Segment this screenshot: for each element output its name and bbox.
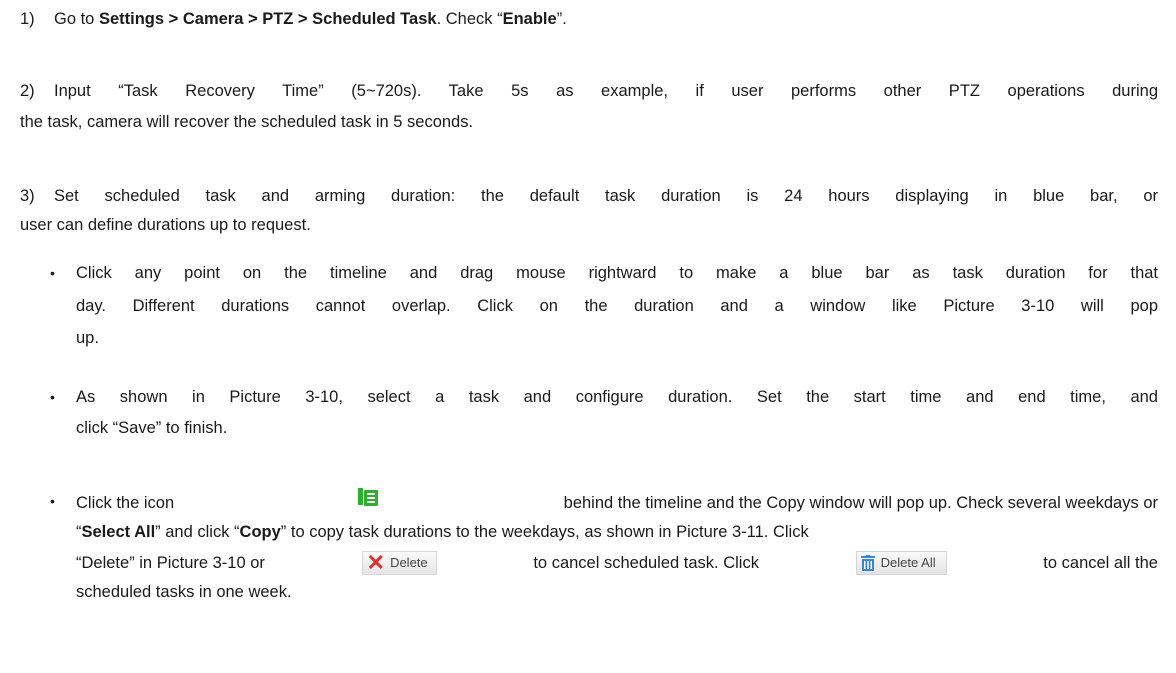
text: Set scheduled task and arming duration: … (54, 187, 1158, 205)
bullet-3-line-3: “Delete” in Picture 3-10 or ✕ Delete to … (76, 549, 1158, 577)
text: . Check “ (436, 10, 503, 28)
bullet-1-line-3: up. (76, 329, 99, 347)
trash-icon (860, 555, 875, 571)
step-number: 2) (20, 82, 35, 100)
bullet-3-line-4: scheduled tasks in one week. (76, 583, 292, 601)
select-all-label: Select All (81, 523, 156, 541)
copy-label: Copy (239, 523, 281, 541)
text: ”. (556, 10, 567, 28)
text: to cancel all the (1043, 554, 1158, 572)
step-2-line-1: 2) Input “Task Recovery Time” (5~720s). T… (20, 79, 1158, 103)
text: to cancel scheduled task. Click (533, 554, 759, 572)
step-number: 1) (20, 10, 35, 28)
delete-button[interactable]: ✕ Delete (361, 550, 437, 575)
close-icon: ✕ (366, 550, 386, 575)
text: “Select All” and click “Copy” to copy ta… (76, 520, 809, 544)
bullet-marker: • (50, 493, 55, 509)
bullet-3-line-2: “Select All” and click “Copy” to copy ta… (76, 520, 1158, 544)
step-3-line-1: 3) Set scheduled task and arming duration… (20, 184, 1158, 208)
copy-icon[interactable] (357, 487, 379, 507)
bullet-2-line-1: As shown in Picture 3-10, select a task … (76, 388, 1158, 406)
delete-button-label: Delete (390, 555, 428, 570)
enable-label: Enable (502, 10, 557, 28)
step-1: 1) Go to Settings > Camera > PTZ > Schedu… (20, 7, 567, 31)
bullet-1-line-1: Click any point on the timeline and drag… (76, 264, 1158, 282)
bullet-2-line-2: click “Save” to finish. (76, 419, 228, 437)
text: “Delete” in Picture 3-10 or (76, 554, 265, 572)
text: Click the icon (76, 494, 175, 512)
step-3-line-2: user can define durations up to request. (20, 216, 311, 234)
delete-all-button[interactable]: Delete All (855, 551, 947, 575)
menu-path: Settings > Camera > PTZ > Scheduled Task (98, 10, 437, 28)
text: ” to copy task durations to the weekdays… (280, 523, 809, 541)
bullet-1-line-2: day. Different durations cannot overlap.… (76, 297, 1158, 315)
text: ” and click “ (155, 523, 240, 541)
step-2-line-2: the task, camera will recover the schedu… (20, 113, 474, 131)
bullet-marker: • (50, 265, 55, 281)
document-page: 1) Go to Settings > Camera > PTZ > Schedu… (0, 0, 1176, 673)
text: Go to (54, 10, 99, 28)
delete-all-button-label: Delete All (880, 555, 936, 570)
text: Input “Task Recovery Time” (5~720s). Tak… (54, 82, 1158, 100)
bullet-marker: • (50, 389, 55, 405)
step-number: 3) (20, 187, 35, 205)
bullet-3-line-1: Click the icon behind the timeline and t… (76, 487, 1158, 515)
text: behind the timeline and the Copy window … (563, 494, 1158, 512)
